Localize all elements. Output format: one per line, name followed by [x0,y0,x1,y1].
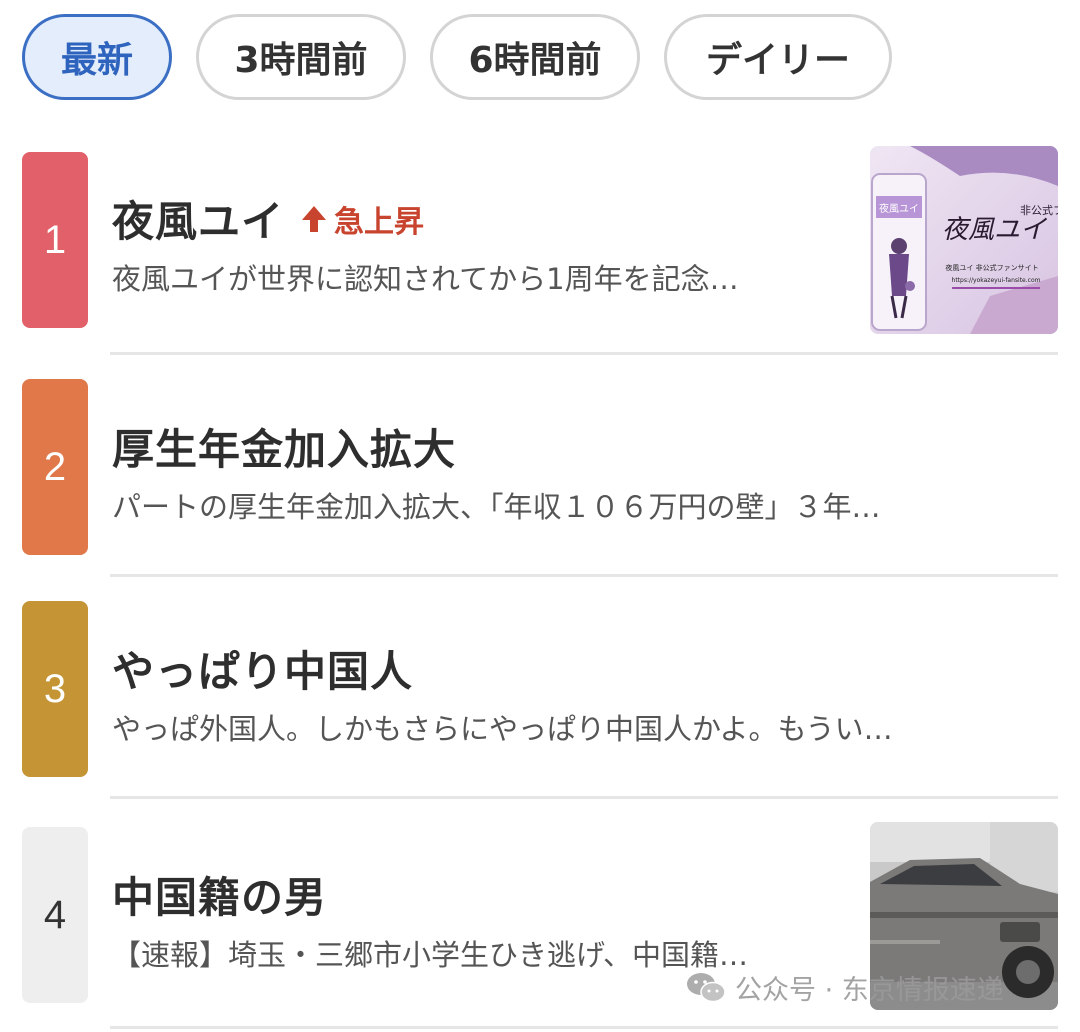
item-title-row: 厚生年金加入拡大 [112,416,456,477]
up-arrow-icon [302,205,327,232]
watermark-text: 公众号 · 东京情报速递 [735,975,1004,1006]
thumbnail-url: https://yokazeyui-fansite.com [952,277,1041,284]
thumbnail-card-title: 夜風ユイ [879,202,919,215]
thumbnail-side-text: 非公式ファンサイト [1020,204,1058,217]
trend-label: 急上昇 [334,204,425,240]
item-description: やっぱ外国人。しかもさらにやっぱり中国人かよ。もうい… [112,712,893,746]
thumbnail-caption: 夜風ユイ 非公式ファンサイト [945,263,1038,272]
fansite-thumbnail-image: 夜風ユイ 夜風ユイ 非公式ファンサイト 夜風ユイ 非公式ファンサイト https… [870,146,1058,334]
tab-daily[interactable]: デイリー [664,14,892,100]
item-title: 夜風ユイ [112,197,285,246]
divider [110,574,1058,577]
watermark: 公众号 · 东京情报速递 [685,968,1004,1007]
rank-badge: 1 [22,152,88,328]
rank-badge: 2 [22,379,88,555]
tab-latest[interactable]: 最新 [22,14,172,100]
item-title-row: やっぱり中国人 [112,638,413,699]
item-title: やっぱり中国人 [112,647,414,696]
thumbnail-logo: 夜風ユイ [942,215,1048,245]
tab-6-hours-ago[interactable]: 6時間前 [430,14,640,100]
divider [110,1026,1058,1029]
item-title-row: 中国籍の男 [112,864,327,925]
item-title: 厚生年金加入拡大 [112,425,457,474]
rank-badge: 3 [22,601,88,777]
item-title-row: 夜風ユイ 急上昇 [112,188,424,249]
item-description: 夜風ユイが世界に認知されてから1周年を記念… [112,262,739,296]
item-thumbnail[interactable]: 夜風ユイ 夜風ユイ 非公式ファンサイト 夜風ユイ 非公式ファンサイト https… [870,146,1058,334]
rank-badge: 4 [22,827,88,1003]
time-filter-tabs: 最新 3時間前 6時間前 デイリー [22,14,892,102]
divider [110,352,1058,355]
item-description: パートの厚生年金加入拡大、「年収１０６万円の壁」３年… [112,490,881,524]
tab-3-hours-ago[interactable]: 3時間前 [196,14,406,100]
divider [110,796,1058,799]
item-title: 中国籍の男 [112,873,328,922]
trend-badge: 急上昇 [300,197,424,241]
wechat-icon [687,972,726,1002]
